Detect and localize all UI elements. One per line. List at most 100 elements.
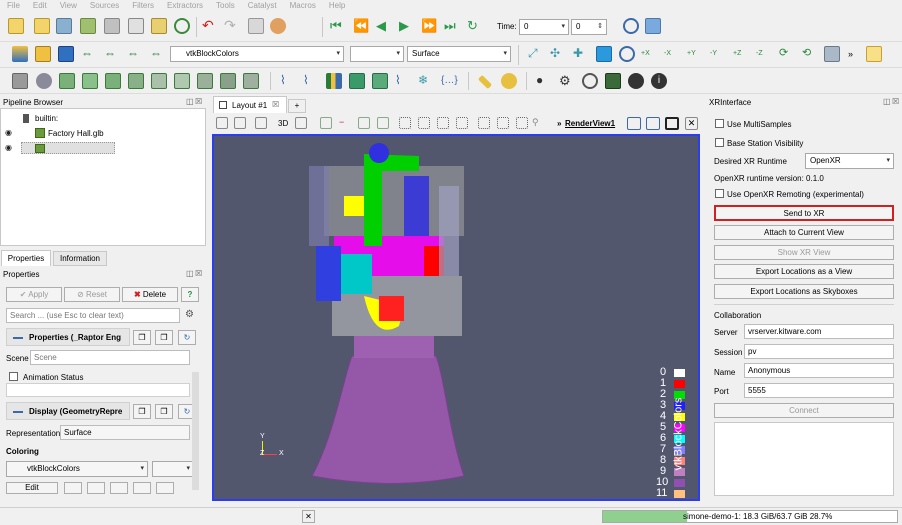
contour-icon[interactable]: [36, 73, 52, 89]
camera-icon[interactable]: [295, 117, 307, 129]
coloring-combo[interactable]: vtkBlockColors ▾: [6, 461, 148, 477]
desired-runtime-combo[interactable]: OpenXR ▾: [805, 153, 894, 169]
menu-view[interactable]: View: [53, 0, 83, 12]
minus-icon[interactable]: −: [339, 117, 351, 129]
light-bulb-icon[interactable]: [866, 46, 882, 62]
last-frame-icon[interactable]: ⏭: [444, 18, 460, 34]
panel-float-icon[interactable]: ◫: [883, 97, 891, 106]
eye-icon[interactable]: ◉: [5, 143, 12, 152]
plot-selection-icon[interactable]: [372, 73, 388, 89]
help-button[interactable]: ?: [181, 287, 199, 302]
eye-icon[interactable]: ◉: [5, 128, 12, 137]
view-minus-z-icon[interactable]: -Z: [756, 46, 772, 62]
capture-icon[interactable]: [234, 117, 246, 129]
menu-catalyst[interactable]: Catalyst: [241, 0, 283, 12]
save-data-icon[interactable]: [56, 18, 72, 34]
interactive-select-icon[interactable]: [478, 117, 490, 129]
split-horizontal-icon[interactable]: [627, 117, 641, 130]
view-minus-x-icon[interactable]: -X: [664, 46, 680, 62]
rescale-button[interactable]: [64, 482, 82, 494]
overflow-chevron-icon[interactable]: »: [557, 119, 561, 128]
rescale-custom-icon[interactable]: [58, 46, 74, 62]
rescale-visible-icon[interactable]: ⇔: [81, 46, 97, 62]
panel-close-icon[interactable]: ☒: [892, 97, 899, 106]
overflow-chevron-icon[interactable]: »: [848, 49, 853, 59]
export-view-button[interactable]: Export Locations as a View: [714, 264, 894, 279]
tab-layout-1[interactable]: Layout #1 ☒: [213, 96, 287, 113]
delete-button[interactable]: ✖ Delete: [122, 287, 178, 302]
coloring-component-combo[interactable]: ▾: [152, 461, 194, 477]
panel-float-icon[interactable]: ◫: [186, 269, 194, 278]
palette-icon[interactable]: [270, 18, 286, 34]
warp-icon[interactable]: [197, 73, 213, 89]
menu-help[interactable]: Help: [322, 0, 351, 12]
menu-edit[interactable]: Edit: [26, 0, 53, 12]
zoom-to-data-icon[interactable]: ✣: [550, 46, 566, 62]
extract-subset-icon[interactable]: [128, 73, 144, 89]
time-step-spinbox[interactable]: 0 ⇕: [571, 19, 607, 35]
view-plus-y-icon[interactable]: +Y: [687, 46, 703, 62]
open-file-icon[interactable]: [8, 18, 24, 34]
copy-properties-icon[interactable]: ❐: [133, 330, 151, 345]
clip-icon[interactable]: [59, 73, 75, 89]
select-polygon-icon[interactable]: [437, 117, 449, 129]
slice-icon[interactable]: [82, 73, 98, 89]
magnifier-icon[interactable]: ⚲: [532, 117, 544, 129]
rescale-over-time-icon[interactable]: ⇔: [150, 46, 166, 62]
server-field[interactable]: vrserver.kitware.com: [744, 324, 894, 339]
threshold-icon[interactable]: [105, 73, 121, 89]
tab-properties[interactable]: Properties: [1, 250, 51, 266]
reset-camera-icon[interactable]: ⤢: [528, 46, 544, 62]
rescale-range-icon[interactable]: ⇔: [127, 46, 143, 62]
record-icon[interactable]: [582, 73, 598, 89]
panel-close-icon[interactable]: ☒: [195, 97, 202, 106]
ruler-icon[interactable]: [477, 74, 493, 90]
extract-level-icon[interactable]: [243, 73, 259, 89]
rotate-90-icon[interactable]: ⟳: [779, 46, 795, 62]
screenshot-icon[interactable]: [605, 73, 621, 89]
panel-float-icon[interactable]: ◫: [186, 97, 194, 106]
temporal-icon[interactable]: ❄: [418, 73, 434, 89]
close-view-icon[interactable]: ✕: [685, 117, 698, 130]
protractor-icon[interactable]: [501, 73, 517, 89]
view-minus-y-icon[interactable]: -Y: [710, 46, 726, 62]
programmable-filter-icon[interactable]: {…}: [441, 73, 458, 89]
gear-icon[interactable]: ⚙: [185, 309, 194, 320]
select-frustum-icon[interactable]: [399, 117, 411, 129]
select-polygon-points-icon[interactable]: [456, 117, 468, 129]
stream-tracer-icon[interactable]: [174, 73, 190, 89]
screenshot-icon[interactable]: [255, 117, 267, 129]
pipeline-item-selected[interactable]: [21, 142, 115, 154]
loop-icon[interactable]: ↻: [467, 18, 483, 34]
edit-color-map-button[interactable]: Edit: [6, 482, 58, 494]
reset-camera-icon[interactable]: [216, 117, 228, 129]
python-calculator-icon[interactable]: ⌇: [395, 73, 411, 89]
histogram-icon[interactable]: [326, 73, 342, 89]
rotate-minus-90-icon[interactable]: ⟲: [802, 46, 818, 62]
properties-search-input[interactable]: Search ... (use Esc to clear text): [6, 308, 180, 323]
select-block-icon[interactable]: [377, 117, 389, 129]
save-state-icon[interactable]: [80, 18, 96, 34]
menu-sources[interactable]: Sources: [83, 0, 125, 12]
auto-apply-icon[interactable]: [174, 18, 190, 34]
rescale-visible-button[interactable]: [110, 482, 128, 494]
animation-status-checkbox[interactable]: [9, 372, 18, 381]
descriptive-stats-icon[interactable]: [349, 73, 365, 89]
panel-close-icon[interactable]: ☒: [195, 269, 202, 278]
use-multisamples-checkbox[interactable]: [715, 119, 724, 128]
plot-over-line-icon[interactable]: ⌇: [280, 73, 296, 89]
view-plus-z-icon[interactable]: +Z: [733, 46, 749, 62]
menu-extractors[interactable]: Extractors: [160, 0, 209, 12]
component-combo[interactable]: ▾: [350, 46, 404, 62]
session-field[interactable]: pv: [744, 344, 894, 359]
color-legend-button[interactable]: [156, 482, 174, 494]
copy-display-icon[interactable]: ❐: [133, 404, 151, 419]
tab-information[interactable]: Information: [53, 251, 107, 266]
use-remoting-checkbox[interactable]: [715, 189, 724, 198]
attach-view-button[interactable]: Attach to Current View: [714, 225, 894, 240]
undo-icon[interactable]: ↶: [202, 18, 218, 34]
play-icon[interactable]: ▶: [399, 18, 415, 34]
scene-input[interactable]: Scene: [30, 350, 190, 365]
view-3d-toggle[interactable]: 3D: [278, 119, 288, 128]
close-tab-icon[interactable]: ☒: [272, 100, 279, 109]
